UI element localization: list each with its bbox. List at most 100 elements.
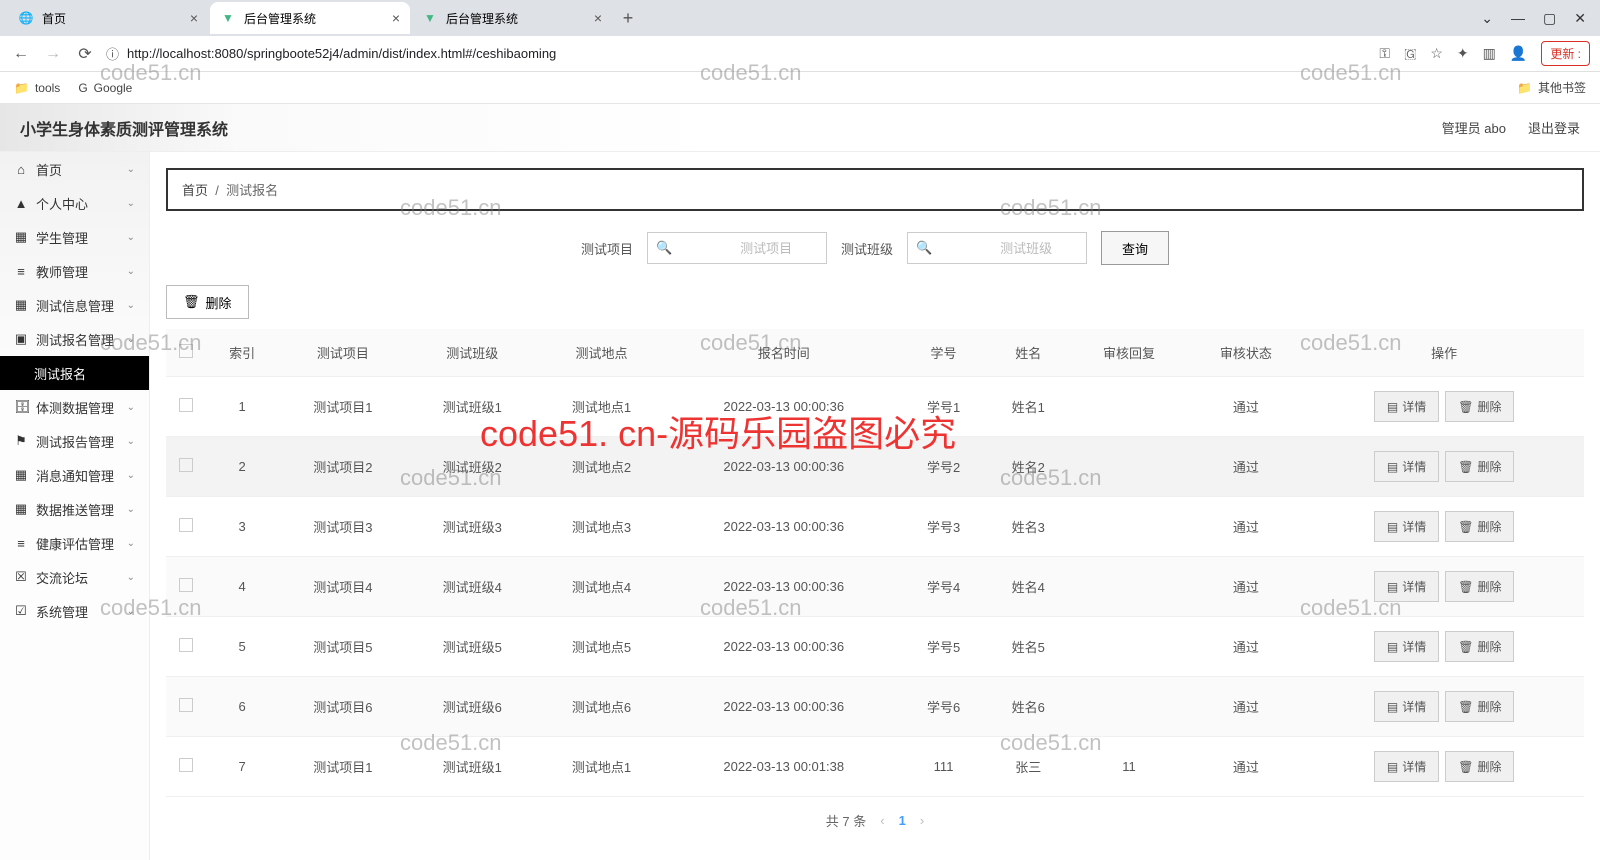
detail-button[interactable]: ▤详情	[1374, 691, 1439, 722]
close-icon[interactable]: ×	[190, 10, 198, 26]
row-delete-button[interactable]: 🗑删除	[1445, 511, 1514, 542]
checkbox[interactable]	[179, 518, 193, 532]
sidebar-item[interactable]: ☒交流论坛⌄	[0, 560, 149, 594]
class-input[interactable]	[938, 241, 1114, 256]
table-header	[166, 329, 206, 377]
menu-icon: ⚑	[14, 433, 28, 449]
row-delete-button[interactable]: 🗑删除	[1445, 571, 1514, 602]
row-delete-button[interactable]: 🗑删除	[1445, 751, 1514, 782]
doc-icon: ▤	[1387, 400, 1398, 414]
checkbox-all[interactable]	[179, 344, 193, 358]
cell-location: 测试地点4	[537, 557, 666, 617]
bookmark-item[interactable]: GGoogle	[78, 81, 132, 95]
checkbox[interactable]	[179, 698, 193, 712]
browser-tab[interactable]: 🌐 首页 ×	[8, 2, 208, 34]
panel-icon[interactable]: ▥	[1483, 45, 1496, 62]
cell-ops: ▤详情🗑删除	[1304, 497, 1584, 557]
breadcrumb-home[interactable]: 首页	[182, 183, 208, 198]
menu-icon: ☑	[14, 603, 28, 619]
trash-icon: 🗑	[183, 294, 200, 310]
checkbox[interactable]	[179, 398, 193, 412]
detail-button[interactable]: ▤详情	[1374, 511, 1439, 542]
key-icon[interactable]: ⚿	[1379, 45, 1390, 62]
new-tab-button[interactable]: +	[614, 4, 642, 32]
sidebar-item[interactable]: ≡教师管理⌄	[0, 254, 149, 288]
detail-button[interactable]: ▤详情	[1374, 751, 1439, 782]
update-button[interactable]: 更新 :	[1541, 41, 1590, 66]
cell-location: 测试地点3	[537, 497, 666, 557]
cell-reply	[1071, 617, 1188, 677]
checkbox[interactable]	[179, 458, 193, 472]
checkbox[interactable]	[179, 638, 193, 652]
row-delete-button[interactable]: 🗑删除	[1445, 451, 1514, 482]
maximize-icon[interactable]: ▢	[1543, 10, 1556, 27]
table-row: 5测试项目5测试班级5测试地点52022-03-13 00:00:36学号5姓名…	[166, 617, 1584, 677]
sidebar-item[interactable]: ☑系统管理⌄	[0, 594, 149, 628]
detail-button[interactable]: ▤详情	[1374, 631, 1439, 662]
address-bar: ← → ⟳ ⓘ http://localhost:8080/springboot…	[0, 36, 1600, 72]
bookmark-item[interactable]: 📁其他书签	[1517, 79, 1586, 96]
browser-tab[interactable]: ▼ 后台管理系统 ×	[210, 2, 410, 34]
sidebar-item[interactable]: 🗄体测数据管理⌄	[0, 390, 149, 424]
close-icon[interactable]: ×	[392, 10, 400, 26]
forward-icon[interactable]: →	[42, 45, 64, 63]
profile-icon[interactable]: 👤	[1510, 45, 1527, 62]
chevron-down-icon: ⌄	[127, 198, 135, 209]
cell-location: 测试地点1	[537, 737, 666, 797]
url-field[interactable]: ⓘ http://localhost:8080/springboote52j4/…	[106, 44, 1369, 63]
row-delete-button[interactable]: 🗑删除	[1445, 631, 1514, 662]
url-text: http://localhost:8080/springboote52j4/ad…	[127, 46, 556, 61]
delete-button[interactable]: 🗑 删除	[166, 285, 249, 319]
row-delete-button[interactable]: 🗑删除	[1445, 691, 1514, 722]
detail-button[interactable]: ▤详情	[1374, 451, 1439, 482]
sidebar-item[interactable]: ▦数据推送管理⌄	[0, 492, 149, 526]
search-icon: 🔍	[916, 240, 932, 256]
back-icon[interactable]: ←	[10, 45, 32, 63]
cell-ops: ▤详情🗑删除	[1304, 437, 1584, 497]
page-current[interactable]: 1	[899, 813, 906, 828]
detail-button[interactable]: ▤详情	[1374, 391, 1439, 422]
table-header: 学号	[901, 329, 986, 377]
cell-status: 通过	[1187, 437, 1304, 497]
breadcrumb-current: 测试报名	[226, 183, 278, 198]
page-next-icon[interactable]: ›	[920, 813, 924, 828]
close-window-icon[interactable]: ✕	[1574, 10, 1586, 27]
sidebar-item[interactable]: ▦测试信息管理⌄	[0, 288, 149, 322]
cell-class: 测试班级2	[408, 437, 537, 497]
translate-icon[interactable]: 🇬	[1404, 45, 1416, 62]
sidebar-item[interactable]: ▦学生管理⌄	[0, 220, 149, 254]
admin-label[interactable]: 管理员 abo	[1442, 118, 1506, 137]
reload-icon[interactable]: ⟳	[74, 44, 96, 64]
sidebar-item[interactable]: ⌂首页⌄	[0, 152, 149, 186]
logout-link[interactable]: 退出登录	[1528, 118, 1580, 137]
sidebar-item[interactable]: ▲个人中心⌄	[0, 186, 149, 220]
sidebar-item[interactable]: ≡健康评估管理⌄	[0, 526, 149, 560]
doc-icon: ▤	[1387, 640, 1398, 654]
query-button[interactable]: 查询	[1101, 231, 1169, 265]
close-icon[interactable]: ×	[594, 10, 602, 26]
search-input-class[interactable]: 🔍	[907, 232, 1087, 264]
sidebar-item[interactable]: ⚑测试报告管理⌄	[0, 424, 149, 458]
sidebar-item-label: 测试报名管理	[36, 330, 114, 349]
info-icon: ⓘ	[106, 44, 119, 63]
search-input-project[interactable]: 🔍	[647, 232, 827, 264]
checkbox[interactable]	[179, 758, 193, 772]
checkbox[interactable]	[179, 578, 193, 592]
browser-tab[interactable]: ▼ 后台管理系统 ×	[412, 2, 612, 34]
star-icon[interactable]: ☆	[1430, 45, 1443, 62]
bookmark-item[interactable]: 📁tools	[14, 81, 60, 95]
trash-icon: 🗑	[1458, 580, 1473, 594]
extensions-icon[interactable]: ✦	[1457, 45, 1469, 62]
chevron-down-icon[interactable]: ⌄	[1481, 10, 1493, 27]
sidebar-item[interactable]: 测试报名	[0, 356, 149, 390]
sidebar-item[interactable]: ▣测试报名管理⌄	[0, 322, 149, 356]
sidebar-item[interactable]: ▦消息通知管理⌄	[0, 458, 149, 492]
row-delete-button[interactable]: 🗑删除	[1445, 391, 1514, 422]
project-input[interactable]	[678, 241, 854, 256]
chevron-down-icon: ⌄	[127, 334, 135, 345]
page-prev-icon[interactable]: ‹	[880, 813, 884, 828]
detail-button[interactable]: ▤详情	[1374, 571, 1439, 602]
doc-icon: ▤	[1387, 520, 1398, 534]
sidebar-item-label: 交流论坛	[36, 568, 88, 587]
minimize-icon[interactable]: —	[1511, 10, 1525, 27]
